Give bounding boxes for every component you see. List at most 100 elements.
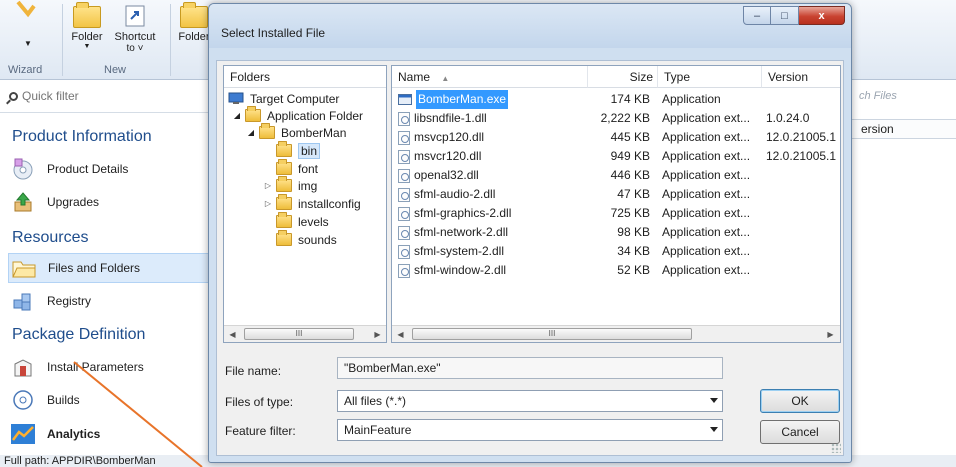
- file-name-field[interactable]: "BomberMan.exe": [337, 357, 723, 379]
- folders-tree[interactable]: Folders Target Computer ◢ Application Fo…: [223, 65, 387, 343]
- resize-grip-icon[interactable]: [831, 443, 841, 453]
- file-type-cell: Application ext...: [662, 206, 751, 220]
- file-row[interactable]: BomberMan.exe 174 KB Application: [392, 90, 840, 109]
- close-button[interactable]: x: [799, 6, 845, 25]
- tree-item-levels[interactable]: levels: [276, 212, 329, 230]
- folder-icon: [276, 194, 292, 210]
- tree-item-installconfig[interactable]: ▷ installconfig: [263, 194, 361, 212]
- file-name-text: openal32.dll: [414, 168, 479, 182]
- feature-filter-select[interactable]: MainFeature: [337, 419, 723, 441]
- tree-item-bomberman[interactable]: ◢ BomberMan: [246, 123, 346, 141]
- scroll-thumb[interactable]: III: [412, 328, 692, 340]
- quick-filter-input[interactable]: [22, 89, 202, 103]
- file-row[interactable]: sfml-audio-2.dll 47 KB Application ext...: [392, 185, 840, 204]
- maximize-button[interactable]: □: [771, 6, 799, 25]
- column-header-version[interactable]: ersion: [851, 119, 956, 139]
- file-row[interactable]: msvcr120.dll 949 KB Application ext... 12.0…: [392, 147, 840, 166]
- files-list[interactable]: Name ▲ Size Type Version BomberMan.exe 17…: [391, 65, 841, 343]
- tree-item-img[interactable]: ▷ img: [263, 176, 317, 194]
- search-files-input[interactable]: ch Files: [859, 90, 897, 102]
- scroll-right-icon[interactable]: ▶: [369, 326, 386, 343]
- file-version-cell: [766, 185, 840, 204]
- file-size-cell: 52 KB: [617, 263, 650, 277]
- section-product-information: Product Information: [12, 128, 152, 145]
- dll-icon: [398, 187, 410, 202]
- tree-item-font[interactable]: font: [276, 159, 318, 177]
- tree-item-application-folder[interactable]: ◢ Application Folder: [232, 106, 364, 124]
- scroll-left-icon[interactable]: ◀: [224, 326, 241, 343]
- nav-item-builds[interactable]: Builds: [11, 385, 207, 415]
- file-row[interactable]: msvcp120.dll 445 KB Application ext... 12.0…: [392, 128, 840, 147]
- scroll-left-icon[interactable]: ◀: [392, 326, 409, 342]
- column-name-label: Name: [398, 70, 431, 84]
- ok-button[interactable]: OK: [760, 389, 840, 413]
- dll-icon: [398, 130, 410, 145]
- registry-icon: [11, 289, 35, 313]
- nav-item-registry[interactable]: Registry: [11, 286, 207, 316]
- nav-item-files-and-folders[interactable]: Files and Folders: [8, 253, 210, 283]
- tree-item-bin[interactable]: bin: [276, 141, 321, 159]
- file-row[interactable]: openal32.dll 446 KB Application ext...: [392, 166, 840, 185]
- file-type-cell: Application: [662, 92, 721, 106]
- nav-item-analytics[interactable]: Analytics: [11, 419, 207, 449]
- file-type-cell: Application ext...: [662, 168, 751, 182]
- file-name-cell: sfml-graphics-2.dll: [398, 204, 588, 223]
- file-version-cell: [766, 242, 840, 261]
- folders-horizontal-scrollbar[interactable]: ◀ III ▶: [224, 325, 386, 342]
- file-size-cell: 2,222 KB: [600, 111, 650, 125]
- file-version-cell: 1.0.24.0: [766, 111, 810, 125]
- close-icon: x: [818, 9, 825, 22]
- tree-item-target-computer[interactable]: Target Computer: [228, 90, 339, 107]
- tree-label: levels: [298, 214, 329, 229]
- right-file-panel: ch Files ersion: [850, 81, 956, 455]
- tree-label: Application Folder: [267, 108, 364, 123]
- file-row[interactable]: sfml-system-2.dll 34 KB Application ext...: [392, 242, 840, 261]
- analytics-icon: [11, 422, 35, 446]
- file-version-cell: [766, 223, 840, 242]
- collapsed-icon[interactable]: ▷: [263, 181, 273, 190]
- expanded-icon[interactable]: ◢: [232, 111, 242, 120]
- tree-item-sounds[interactable]: sounds: [276, 230, 337, 248]
- sort-ascending-icon: ▲: [441, 74, 450, 83]
- nav-item-upgrades[interactable]: Upgrades: [11, 187, 207, 217]
- file-name-text: msvcp120.dll: [414, 130, 485, 144]
- minimize-button[interactable]: –: [743, 6, 771, 25]
- file-row[interactable]: sfml-graphics-2.dll 725 KB Application ext…: [392, 204, 840, 223]
- collapsed-icon[interactable]: ▷: [263, 199, 273, 208]
- scroll-thumb[interactable]: III: [244, 328, 354, 340]
- folder-icon: [73, 2, 101, 28]
- nav-item-install-parameters[interactable]: Install Parameters: [11, 352, 207, 382]
- wizard-button[interactable]: ▼: [8, 0, 48, 48]
- computer-icon: [228, 92, 244, 104]
- cancel-button[interactable]: Cancel: [760, 420, 840, 444]
- nav-item-product-details[interactable]: Product Details: [11, 154, 207, 184]
- file-row[interactable]: sfml-window-2.dll 52 KB Application ext...: [392, 261, 840, 280]
- folder-icon: [276, 159, 292, 175]
- new-shortcut-button[interactable]: Shortcut to ˅: [110, 0, 160, 54]
- file-row[interactable]: libsndfile-1.dll 2,222 KB Application ext.…: [392, 109, 840, 128]
- column-header-name[interactable]: Name ▲: [392, 66, 588, 88]
- tree-label: installconfig: [298, 196, 361, 211]
- column-size-label: Size: [629, 70, 653, 84]
- scroll-right-icon[interactable]: ▶: [822, 326, 839, 342]
- column-header-version[interactable]: Version: [762, 66, 840, 88]
- file-row[interactable]: sfml-network-2.dll 98 KB Application ext..…: [392, 223, 840, 242]
- search-icon: [9, 92, 18, 101]
- column-header-size[interactable]: Size: [588, 66, 658, 88]
- dialog-title-bar[interactable]: Select Installed File – □ x: [209, 4, 851, 48]
- file-name-cell: sfml-audio-2.dll: [398, 185, 588, 204]
- new-folder-button[interactable]: Folder ▼: [65, 0, 109, 50]
- builds-icon: [11, 388, 35, 412]
- dropdown-arrow-icon: [710, 398, 718, 403]
- file-type-cell: Application ext...: [662, 149, 751, 163]
- folder-icon: [276, 212, 292, 228]
- nav-label: Install Parameters: [47, 360, 144, 374]
- files-horizontal-scrollbar[interactable]: ◀ III ▶: [392, 325, 840, 342]
- folder-icon: [180, 2, 208, 28]
- file-name-label: File name:: [225, 364, 282, 378]
- quick-filter-bar: [0, 81, 210, 113]
- expanded-icon[interactable]: ◢: [246, 128, 256, 137]
- column-header-type[interactable]: Type: [658, 66, 762, 88]
- files-of-type-select[interactable]: All files (*.*): [337, 390, 723, 412]
- file-name-cell: libsndfile-1.dll: [398, 109, 588, 128]
